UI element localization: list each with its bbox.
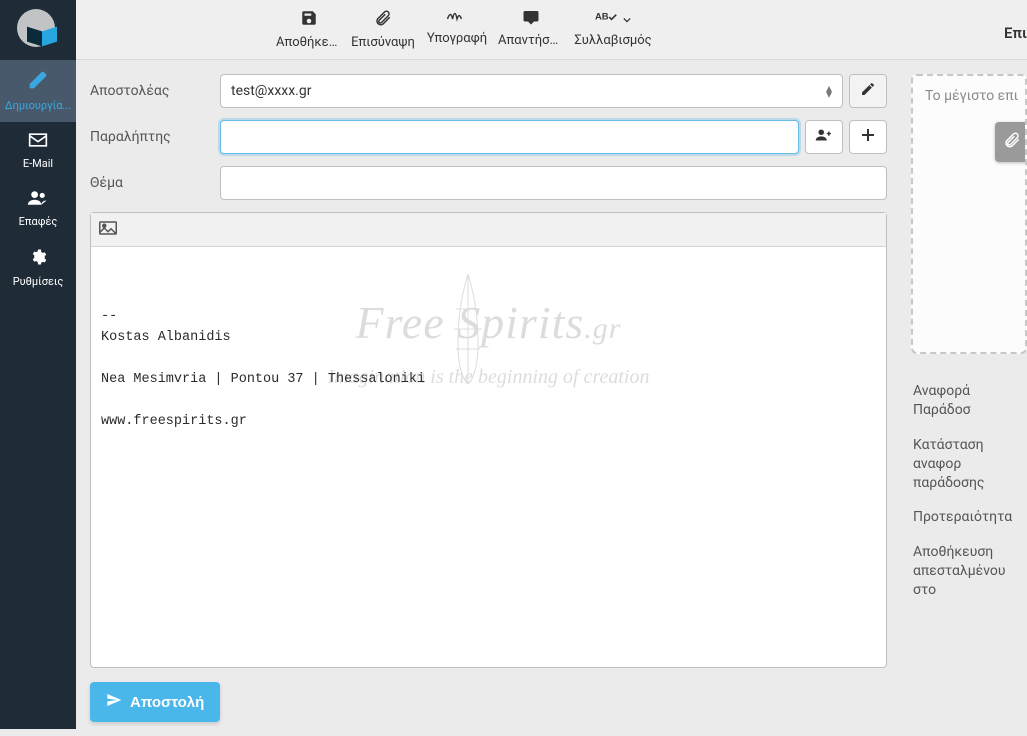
option-priority[interactable]: Προτεραιότητα xyxy=(911,500,1027,535)
toolbar-attach-button[interactable]: Επισύναψη xyxy=(346,1,420,58)
plus-icon xyxy=(861,128,875,146)
pencil-icon xyxy=(860,81,876,101)
insert-image-button[interactable] xyxy=(99,221,117,239)
toolbar-right-label: Επι xyxy=(1004,18,1027,42)
left-sidebar: Δημιουργία... E-Mail Επαφές Ρυθμίσεις xyxy=(0,0,76,729)
edit-identities-button[interactable] xyxy=(849,74,887,108)
users-icon xyxy=(2,190,74,209)
attachment-dropzone[interactable]: Το μέγιστο επι xyxy=(911,74,1027,354)
save-icon xyxy=(276,9,342,31)
dropzone-text: Το μέγιστο επι xyxy=(925,88,1019,104)
select-caret-icon: ▴▾ xyxy=(826,85,832,97)
toolbar-signature-button[interactable]: Υπογραφή xyxy=(420,1,494,58)
subject-input[interactable] xyxy=(220,166,887,200)
signature-icon xyxy=(424,9,490,27)
option-delivery-report[interactable]: Αναφορά Παράδοσ xyxy=(911,374,1027,428)
toolbar-spellcheck-button[interactable]: AB Συλλαβισμός xyxy=(568,1,658,58)
send-icon xyxy=(106,692,122,712)
mail-icon xyxy=(2,132,74,151)
recipient-input[interactable] xyxy=(220,120,799,154)
compose-form: Αποστολέας test@xxxx.gr ▴▾ xyxy=(76,60,901,736)
sidebar-item-label: E-Mail xyxy=(2,157,74,170)
option-delivery-status[interactable]: Κατάσταση αναφορ παράδοσης xyxy=(911,428,1027,501)
app-logo xyxy=(0,0,76,60)
sender-row: Αποστολέας test@xxxx.gr ▴▾ xyxy=(90,74,887,108)
sender-value: test@xxxx.gr xyxy=(231,83,311,99)
compose-toolbar: Αποθήκευ... Επισύναψη Υπογραφή xyxy=(76,0,1027,60)
recipient-label: Παραλήπτης xyxy=(90,129,220,145)
users-plus-icon xyxy=(815,128,833,146)
app-root: Δημιουργία... E-Mail Επαφές Ρυθμίσεις xyxy=(0,0,1027,729)
image-icon xyxy=(99,223,117,239)
attach-icon xyxy=(350,9,416,31)
subject-label: Θέμα xyxy=(90,175,220,191)
recipient-row: Παραλήπτης xyxy=(90,120,887,154)
main-column: Αποθήκευ... Επισύναψη Υπογραφή xyxy=(76,0,1027,729)
send-options: Αναφορά Παράδοσ Κατάσταση αναφορ παράδοσ… xyxy=(911,374,1027,608)
paperclip-icon xyxy=(1003,130,1021,154)
responses-icon xyxy=(498,9,564,29)
sidebar-item-contacts[interactable]: Επαφές xyxy=(0,180,76,238)
option-save-sent[interactable]: Αποθήκευση απεσταλμένου στο xyxy=(911,535,1027,608)
sidebar-item-label: Ρυθμίσεις xyxy=(2,275,74,288)
add-recipient-button[interactable] xyxy=(849,120,887,154)
send-label: Αποστολή xyxy=(130,694,204,711)
attach-file-button[interactable] xyxy=(995,122,1027,162)
editor-toolbar xyxy=(91,213,886,247)
compose-icon xyxy=(2,70,74,93)
sidebar-item-compose[interactable]: Δημιουργία... xyxy=(0,60,76,122)
subject-row: Θέμα xyxy=(90,166,887,200)
signature-text: --Kostas Albanidis Nea Mesimvria | Ponto… xyxy=(101,307,876,433)
send-button[interactable]: Αποστολή xyxy=(90,682,220,722)
sender-select[interactable]: test@xxxx.gr ▴▾ xyxy=(220,74,843,108)
toolbar-responses-button[interactable]: Απαντήσεις xyxy=(494,1,568,58)
gear-icon xyxy=(2,248,74,269)
sender-label: Αποστολέας xyxy=(90,83,220,99)
right-panel: Το μέγιστο επι Αναφορά Παράδοσ Κατάσταση… xyxy=(901,60,1027,729)
sidebar-item-settings[interactable]: Ρυθμίσεις xyxy=(0,238,76,298)
sidebar-item-email[interactable]: E-Mail xyxy=(0,122,76,180)
editor-body[interactable]: Free Spirits.gr Imagination is the begin… xyxy=(91,247,886,667)
chevron-down-icon xyxy=(623,17,631,23)
sidebar-item-label: Επαφές xyxy=(2,215,74,228)
sidebar-item-label: Δημιουργία... xyxy=(2,99,74,112)
svg-text:AB: AB xyxy=(595,10,609,21)
add-contact-button[interactable] xyxy=(805,120,843,154)
spellcheck-icon: AB xyxy=(572,9,654,29)
toolbar-save-button[interactable]: Αποθήκευ... xyxy=(272,1,346,58)
message-editor: Free Spirits.gr Imagination is the begin… xyxy=(90,212,887,668)
